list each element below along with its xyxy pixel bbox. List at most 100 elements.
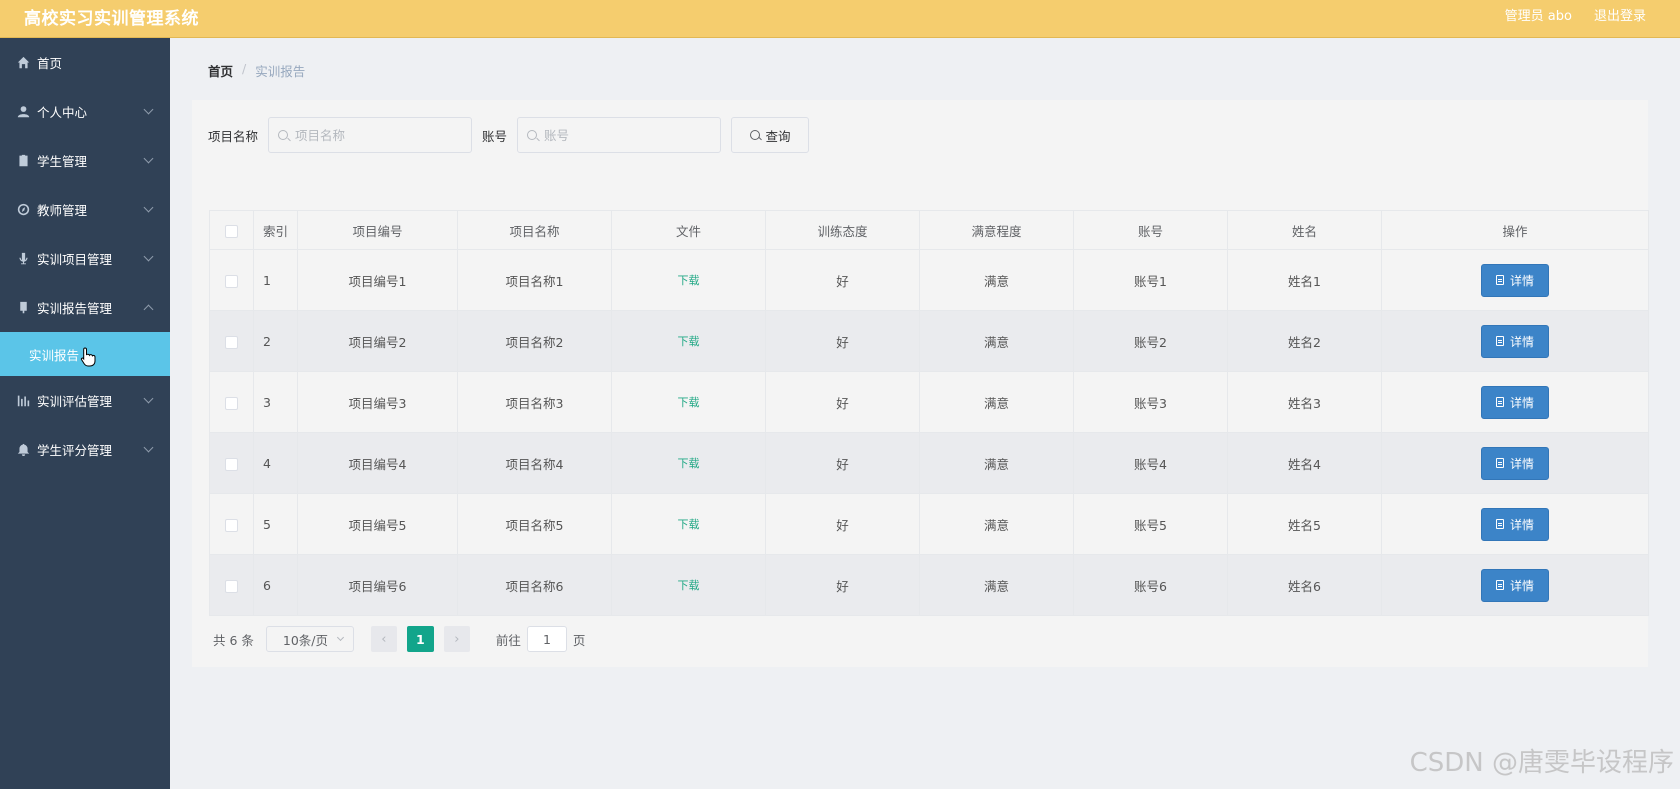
cell-action: 详情 [1381,371,1649,433]
chevron-down-icon [143,202,154,212]
sidebar: 首页 个人中心 学生管理 教师管理 实训项目管理 实训报告管理 实训报告 实训评… [0,38,170,789]
cell-project-name: 项目名称6 [457,554,612,616]
sidebar-item-report-management[interactable]: 实训报告管理 [0,283,170,332]
detail-button[interactable]: 详情 [1481,507,1549,541]
bell-icon [16,443,30,457]
document-icon [16,301,30,315]
cell-person-name: 姓名5 [1227,493,1382,555]
cell-person-name: 姓名2 [1227,310,1382,372]
row-select-cell [209,493,254,555]
search-form: 项目名称 账号 查询 [208,117,810,153]
next-page-button[interactable]: › [443,626,470,652]
table-row: 4 项目编号4 项目名称4 下载 好满意 账号4 姓名4 详情 [209,432,1649,494]
detail-button[interactable]: 详情 [1481,263,1549,297]
cell-account: 账号6 [1073,554,1228,616]
column-header: 项目编号 [297,210,458,250]
detail-button[interactable]: 详情 [1481,385,1549,419]
download-link[interactable]: 下载 [678,518,700,531]
sidebar-item-teacher-management[interactable]: 教师管理 [0,185,170,234]
compass-icon [16,203,30,217]
row-select-cell [209,310,254,372]
search-icon [527,130,538,140]
home-icon [16,56,30,70]
goto-label: 前往 [495,632,521,648]
sidebar-item-evaluation-management[interactable]: 实训评估管理 [0,376,170,425]
select-all-checkbox[interactable] [225,224,238,238]
cell-person-name: 姓名4 [1227,432,1382,494]
cell-project-code: 项目编号3 [297,371,458,433]
column-header: 姓名 [1227,210,1382,250]
account-input[interactable] [518,118,721,152]
cell-account: 账号3 [1073,371,1228,433]
sidebar-item-label: 学生评分管理 [37,443,113,458]
cell-project-name: 项目名称1 [457,249,612,311]
cell-project-code: 项目编号2 [297,310,458,372]
sidebar-item-label: 学生管理 [37,154,88,169]
row-checkbox[interactable] [225,396,238,410]
detail-button[interactable]: 详情 [1481,324,1549,358]
column-header: 项目名称 [457,210,612,250]
cell-person-name: 姓名6 [1227,554,1382,616]
sidebar-item-student-management[interactable]: 学生管理 [0,136,170,185]
page-size-select[interactable]: 10条/页 [265,626,354,652]
sidebar-item-home[interactable]: 首页 [0,38,170,87]
detail-button-label: 详情 [1509,334,1534,349]
cell-project-name: 项目名称4 [457,432,612,494]
row-checkbox[interactable] [225,518,238,532]
cell-index: 5 [253,493,298,555]
detail-button[interactable]: 详情 [1481,568,1549,602]
row-checkbox[interactable] [225,579,238,593]
sidebar-item-label: 个人中心 [37,105,88,120]
table-row: 6 项目编号6 项目名称6 下载 好满意 账号6 姓名6 详情 [209,554,1649,616]
detail-button-label: 详情 [1509,578,1534,593]
detail-button-label: 详情 [1509,456,1534,471]
sidebar-item-project-management[interactable]: 实训项目管理 [0,234,170,283]
row-select-cell [209,432,254,494]
column-header: 操作 [1381,210,1649,250]
pagination-total: 共 6 条 [213,632,254,648]
goto-page-input[interactable]: 1 [526,626,567,652]
breadcrumb-home[interactable]: 首页 [208,61,233,80]
sidebar-item-label: 首页 [37,56,63,71]
row-checkbox[interactable] [225,335,238,349]
download-link[interactable]: 下载 [678,396,700,409]
sidebar-item-label: 实训评估管理 [37,394,113,409]
prev-page-button[interactable]: ‹ [370,626,397,652]
sidebar-item-score-management[interactable]: 学生评分管理 [0,425,170,474]
cell-attitude: 好 [765,554,920,616]
cell-satisfaction: 满意 [919,432,1074,494]
column-header: 账号 [1073,210,1228,250]
table-row: 3 项目编号3 项目名称3 下载 好满意 账号3 姓名3 详情 [209,371,1649,433]
query-button[interactable]: 查询 [731,117,810,153]
chevron-down-icon [143,251,154,261]
row-checkbox[interactable] [225,457,238,471]
select-all-cell [209,210,254,250]
cell-project-name: 项目名称3 [457,371,612,433]
download-link[interactable]: 下载 [678,274,700,287]
cell-project-code: 项目编号4 [297,432,458,494]
sidebar-subitem-label: 实训报告 [29,347,80,363]
breadcrumb: 首页 / 实训报告 [208,61,305,80]
cell-person-name: 姓名3 [1227,371,1382,433]
cell-index: 3 [253,371,298,433]
search-icon [278,130,289,140]
table-row: 1 项目编号1 项目名称1 下载 好满意 账号1 姓名1 详情 [209,249,1649,311]
download-link[interactable]: 下载 [678,579,700,592]
download-link[interactable]: 下载 [678,335,700,348]
page-number-current[interactable]: 1 [406,626,434,652]
sidebar-item-personal-center[interactable]: 个人中心 [0,87,170,136]
row-checkbox[interactable] [225,274,238,288]
cell-attitude: 好 [765,371,920,433]
sidebar-item-label: 实训报告管理 [37,301,113,316]
download-link[interactable]: 下载 [678,457,700,470]
column-header: 索引 [253,210,298,250]
account-field [517,117,722,153]
cell-file: 下载 [611,554,766,616]
detail-button[interactable]: 详情 [1481,446,1549,480]
cell-action: 详情 [1381,554,1649,616]
cell-satisfaction: 满意 [919,554,1074,616]
logout-link[interactable]: 退出登录 [1594,5,1646,24]
project-name-input[interactable] [269,118,472,152]
account-label: 账号 [482,128,508,144]
cell-person-name: 姓名1 [1227,249,1382,311]
